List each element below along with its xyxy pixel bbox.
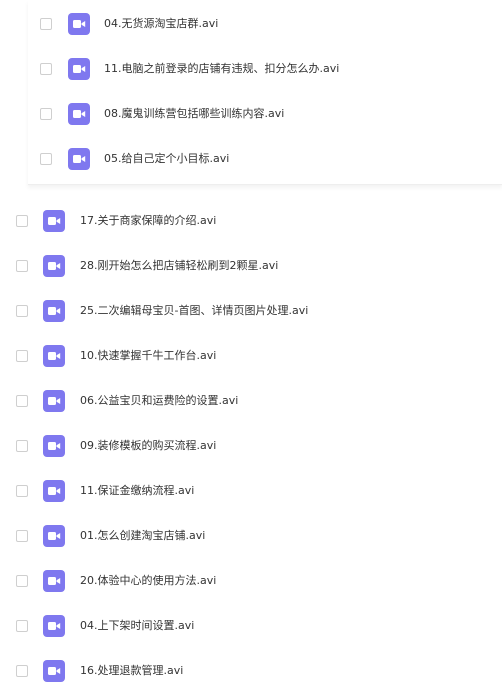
list-item[interactable]: 04.上下架时间设置.avi — [0, 604, 502, 649]
list-item[interactable]: 20.体验中心的使用方法.avi — [0, 559, 502, 604]
file-name[interactable]: 04.无货源淘宝店群.avi — [104, 17, 218, 31]
file-name[interactable]: 05.给自己定个小目标.avi — [104, 152, 229, 166]
list-item[interactable]: 28.刚开始怎么把店铺轻松刷到2颗星.avi — [0, 244, 502, 289]
video-file-icon — [43, 390, 65, 412]
video-file-icon — [43, 525, 65, 547]
video-file-icon — [43, 435, 65, 457]
video-file-icon — [43, 210, 65, 232]
video-file-icon — [43, 345, 65, 367]
video-file-icon — [68, 13, 90, 35]
video-file-icon — [43, 300, 65, 322]
file-browser: 04.无货源淘宝店群.avi 11.电脑之前登录的店铺有违规、扣分怎么办.avi… — [0, 0, 502, 692]
file-name[interactable]: 20.体验中心的使用方法.avi — [80, 574, 216, 588]
file-name[interactable]: 08.魔鬼训练营包括哪些训练内容.avi — [104, 107, 284, 121]
row-checkbox[interactable] — [16, 215, 28, 227]
video-file-icon — [43, 615, 65, 637]
list-item[interactable]: 25.二次编辑母宝贝-首图、详情页图片处理.avi — [0, 289, 502, 334]
video-file-icon — [43, 660, 65, 682]
list-item[interactable]: 08.魔鬼训练营包括哪些训练内容.avi — [28, 92, 502, 137]
list-item[interactable]: 17.关于商家保障的介绍.avi — [0, 199, 502, 244]
row-checkbox[interactable] — [16, 440, 28, 452]
list-item[interactable]: 16.处理退款管理.avi — [0, 649, 502, 692]
file-name[interactable]: 17.关于商家保障的介绍.avi — [80, 214, 216, 228]
row-checkbox[interactable] — [40, 108, 52, 120]
row-checkbox[interactable] — [16, 620, 28, 632]
row-checkbox[interactable] — [16, 575, 28, 587]
row-checkbox[interactable] — [40, 18, 52, 30]
file-name[interactable]: 11.电脑之前登录的店铺有违规、扣分怎么办.avi — [104, 62, 339, 76]
video-file-icon — [43, 480, 65, 502]
list-item[interactable]: 04.无货源淘宝店群.avi — [28, 2, 502, 47]
video-file-icon — [43, 570, 65, 592]
list-item[interactable]: 11.电脑之前登录的店铺有违规、扣分怎么办.avi — [28, 47, 502, 92]
video-file-icon — [68, 148, 90, 170]
file-name[interactable]: 16.处理退款管理.avi — [80, 664, 183, 678]
file-name[interactable]: 06.公益宝贝和运费险的设置.avi — [80, 394, 238, 408]
file-name[interactable]: 04.上下架时间设置.avi — [80, 619, 194, 633]
file-name[interactable]: 11.保证金缴纳流程.avi — [80, 484, 194, 498]
file-name[interactable]: 28.刚开始怎么把店铺轻松刷到2颗星.avi — [80, 259, 278, 273]
row-checkbox[interactable] — [16, 260, 28, 272]
file-name[interactable]: 09.装修模板的购买流程.avi — [80, 439, 216, 453]
list-item[interactable]: 11.保证金缴纳流程.avi — [0, 469, 502, 514]
video-file-icon — [68, 103, 90, 125]
list-item[interactable]: 05.给自己定个小目标.avi — [28, 137, 502, 182]
row-checkbox[interactable] — [40, 153, 52, 165]
nested-folder-panel: 04.无货源淘宝店群.avi 11.电脑之前登录的店铺有违规、扣分怎么办.avi… — [28, 0, 502, 185]
row-checkbox[interactable] — [16, 305, 28, 317]
file-name[interactable]: 25.二次编辑母宝贝-首图、详情页图片处理.avi — [80, 304, 308, 318]
list-item[interactable]: 10.快速掌握千牛工作台.avi — [0, 334, 502, 379]
list-item[interactable]: 09.装修模板的购买流程.avi — [0, 424, 502, 469]
row-checkbox[interactable] — [16, 485, 28, 497]
row-checkbox[interactable] — [16, 530, 28, 542]
file-name[interactable]: 01.怎么创建淘宝店铺.avi — [80, 529, 205, 543]
list-item[interactable]: 01.怎么创建淘宝店铺.avi — [0, 514, 502, 559]
video-file-icon — [68, 58, 90, 80]
list-item[interactable]: 06.公益宝贝和运费险的设置.avi — [0, 379, 502, 424]
row-checkbox[interactable] — [40, 63, 52, 75]
row-checkbox[interactable] — [16, 350, 28, 362]
video-file-icon — [43, 255, 65, 277]
file-name[interactable]: 10.快速掌握千牛工作台.avi — [80, 349, 216, 363]
row-checkbox[interactable] — [16, 395, 28, 407]
row-checkbox[interactable] — [16, 665, 28, 677]
